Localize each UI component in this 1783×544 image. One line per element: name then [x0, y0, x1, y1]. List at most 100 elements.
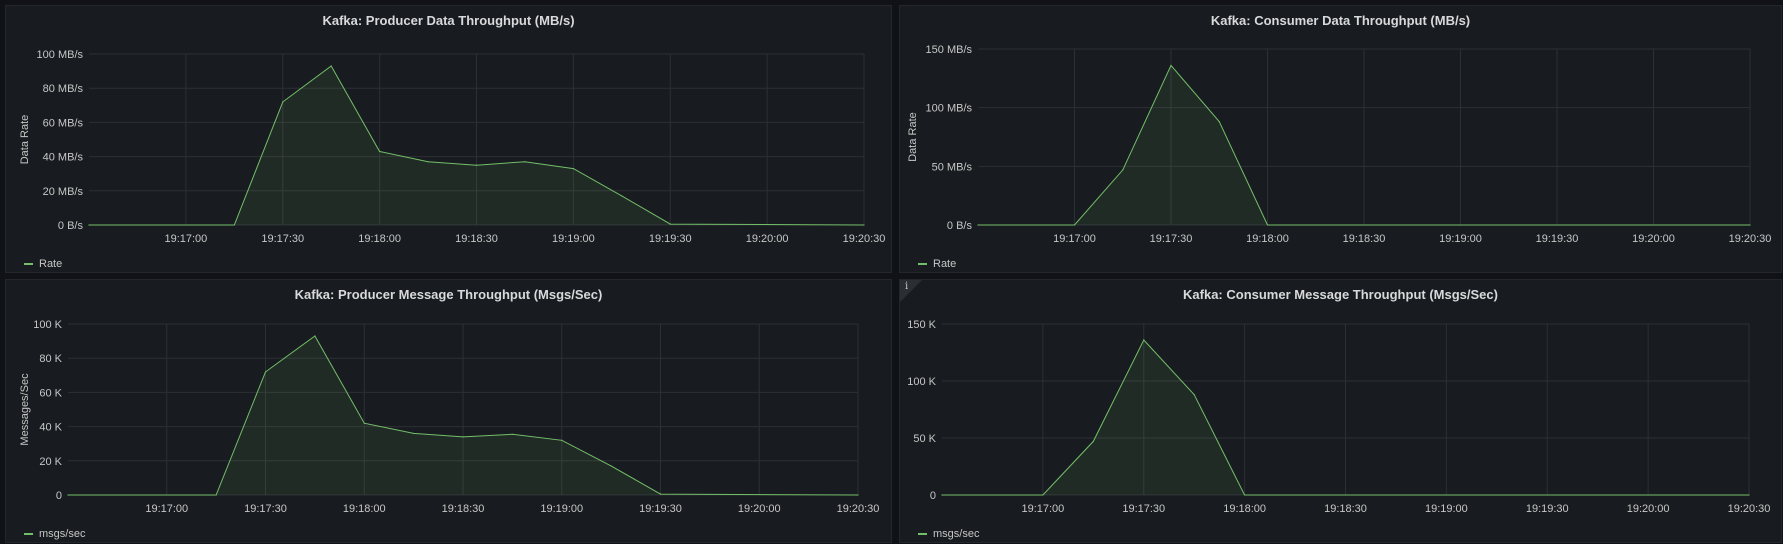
data-point	[1266, 224, 1269, 226]
data-point	[621, 195, 623, 197]
x-tick-label: 19:19:30	[1526, 503, 1569, 515]
x-tick-label: 19:17:30	[1122, 503, 1165, 515]
data-point	[215, 494, 217, 496]
panel-4[interactable]: i Kafka: Consumer Message Throughput (Msg…	[899, 279, 1782, 543]
data-point	[857, 494, 859, 496]
x-tick-label: 19:19:30	[1536, 233, 1579, 245]
y-tick-label: 100 MB/s	[926, 103, 973, 115]
y-tick-label: 80 MB/s	[43, 83, 84, 95]
x-tick-label: 19:17:00	[164, 233, 207, 245]
data-point	[67, 494, 69, 496]
y-tick-label: 50 MB/s	[932, 161, 973, 173]
y-tick-label: 0 B/s	[947, 220, 973, 232]
data-point	[1749, 224, 1751, 226]
chart-svg: 0 50 K 100 K 150 K 19:17:00 19:17:30 19:18:00 1…	[907, 319, 1770, 515]
data-point	[561, 439, 563, 441]
data-point	[1143, 339, 1145, 341]
data-point	[462, 436, 464, 438]
legend-label[interactable]: msgs/sec	[933, 528, 979, 540]
legend-label[interactable]: Rate	[39, 258, 62, 270]
x-tick-label: 19:20:30	[843, 233, 886, 245]
y-tick-label: 50 K	[913, 433, 936, 445]
legend-swatch	[24, 533, 33, 535]
legend-swatch	[24, 263, 33, 265]
y-tick-label: 40 MB/s	[43, 152, 84, 164]
x-tick-label: 19:17:30	[1150, 233, 1193, 245]
x-tick-label: 19:18:30	[1343, 233, 1386, 245]
y-tick-label: 80 K	[39, 353, 62, 365]
data-point	[233, 224, 235, 226]
panel-2[interactable]: Kafka: Consumer Data Throughput (MB/s) 0 …	[899, 5, 1782, 273]
data-point	[863, 224, 865, 226]
x-tick-label: 19:19:00	[552, 233, 595, 245]
data-point	[314, 335, 316, 337]
x-tick-label: 19:19:30	[639, 503, 682, 515]
legend-label[interactable]: Rate	[933, 258, 956, 270]
y-tick-label: 100 K	[33, 319, 62, 331]
data-point	[330, 65, 332, 67]
y-tick-label: 40 K	[39, 422, 62, 434]
data-point	[511, 433, 513, 435]
y-tick-label: 100 MB/s	[37, 49, 84, 61]
y-axis-label: Messages/Sec	[19, 373, 31, 446]
x-tick-label: 19:18:30	[1324, 503, 1367, 515]
y-tick-label: 60 MB/s	[43, 117, 84, 129]
panel-3[interactable]: Kafka: Producer Message Throughput (Msgs…	[5, 279, 892, 543]
x-tick-label: 19:17:30	[244, 503, 287, 515]
y-axis-label: Data Rate	[19, 115, 31, 165]
legend[interactable]: msgs/sec	[24, 528, 85, 540]
x-tick-label: 19:18:30	[455, 233, 498, 245]
legend[interactable]: Rate	[918, 258, 956, 270]
x-tick-label: 19:17:00	[1021, 503, 1064, 515]
data-point	[669, 223, 671, 225]
y-tick-label: 0	[930, 490, 936, 502]
y-tick-label: 20 MB/s	[43, 186, 84, 198]
y-tick-label: 20 K	[39, 456, 62, 468]
data-point	[1193, 394, 1195, 396]
x-tick-label: 19:19:00	[1439, 233, 1482, 245]
y-tick-label: 60 K	[39, 387, 62, 399]
data-point	[977, 224, 979, 226]
data-point	[282, 101, 284, 103]
data-point	[427, 161, 429, 163]
x-tick-label: 19:17:00	[145, 503, 188, 515]
data-point	[379, 150, 381, 153]
data-point	[659, 493, 662, 495]
data-point	[1122, 169, 1124, 171]
y-tick-label: 100 K	[907, 376, 936, 388]
data-point	[1042, 494, 1044, 496]
y-tick-label: 0 B/s	[58, 220, 84, 232]
panel-1[interactable]: Kafka: Producer Data Throughput (MB/s) 0 …	[5, 5, 892, 273]
data-point	[1218, 121, 1220, 123]
x-tick-label: 19:20:00	[746, 233, 789, 245]
chart-svg: 0 B/s 50 MB/s 100 MB/s 150 MB/s 19:17:00 19:1…	[907, 44, 1771, 245]
x-tick-label: 19:17:30	[261, 233, 304, 245]
y-axis-label: Data Rate	[907, 112, 919, 162]
data-point	[363, 422, 365, 424]
data-point	[524, 161, 526, 163]
data-point	[264, 371, 267, 373]
x-tick-label: 19:20:00	[738, 503, 781, 515]
x-tick-label: 19:20:30	[837, 503, 880, 515]
data-point	[1748, 494, 1750, 496]
x-tick-label: 19:18:00	[1223, 503, 1266, 515]
legend-swatch	[918, 263, 927, 265]
legend-label[interactable]: msgs/sec	[39, 528, 85, 540]
data-point	[1170, 64, 1172, 67]
x-tick-label: 19:19:30	[649, 233, 692, 245]
legend[interactable]: Rate	[24, 258, 62, 270]
y-tick-label: 150 K	[907, 319, 936, 331]
x-tick-label: 19:17:00	[1053, 233, 1096, 245]
x-tick-label: 19:20:00	[1632, 233, 1675, 245]
data-point	[88, 224, 90, 226]
data-point	[610, 465, 612, 467]
data-point	[572, 167, 574, 170]
data-point	[941, 494, 943, 496]
x-tick-label: 19:18:00	[1246, 233, 1289, 245]
legend[interactable]: msgs/sec	[918, 528, 979, 540]
data-point	[475, 164, 478, 166]
data-point	[1073, 224, 1076, 226]
data-point	[1092, 440, 1094, 443]
x-tick-label: 19:19:00	[1425, 503, 1468, 515]
data-point	[1244, 494, 1246, 496]
